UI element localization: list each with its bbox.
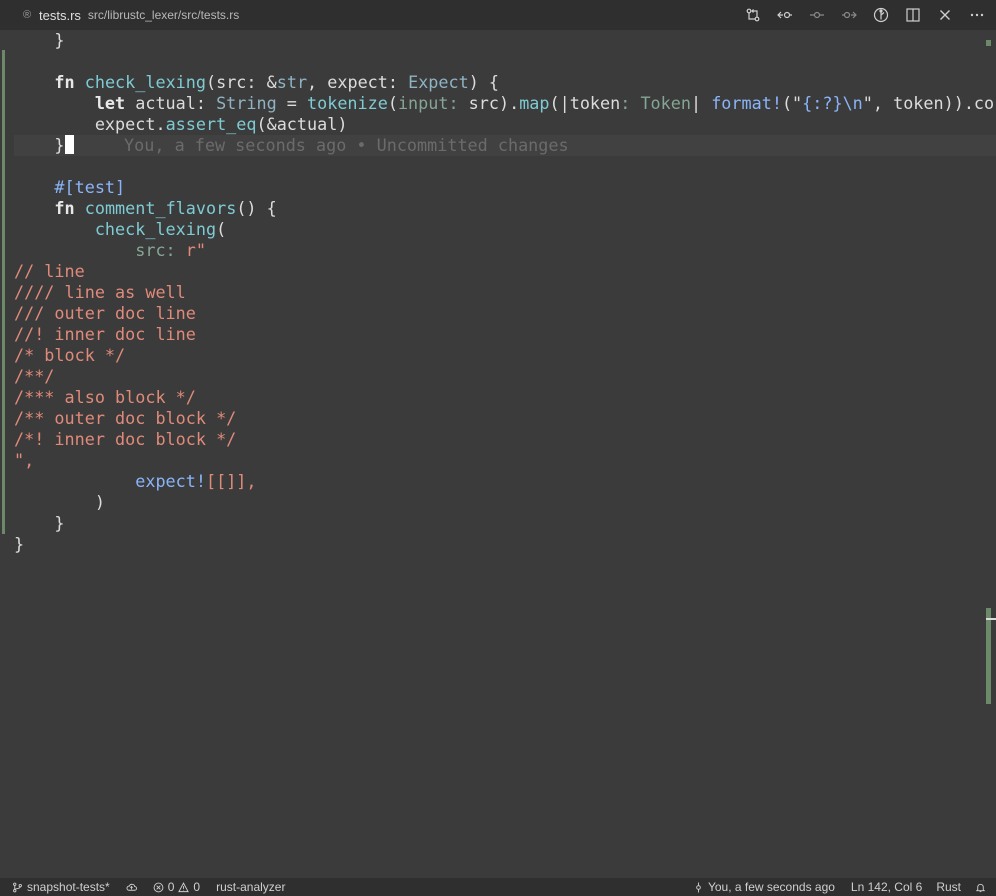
code-line: expect.assert_eq(&actual)	[94, 114, 348, 134]
language-server-status[interactable]: rust-analyzer	[216, 880, 285, 894]
code-line: let actual: String = tokenize(input: src…	[94, 93, 995, 113]
inline-blame: You, a few seconds ago • Uncommitted cha…	[73, 135, 569, 155]
rust-file-icon: ®	[22, 9, 32, 21]
editor-actions	[744, 0, 986, 30]
status-bar: snapshot-tests* 0 0 rust-analyzer You, a…	[0, 878, 996, 896]
inlay-hint: : Token	[620, 93, 691, 113]
code-line: fn check_lexing(src: &str, expect: Expec…	[54, 72, 500, 92]
code-line: /// outer doc line	[14, 303, 196, 323]
go-forward-icon[interactable]	[840, 6, 858, 24]
code-line: fn comment_flavors() {	[54, 198, 277, 218]
sync-button[interactable]	[126, 882, 137, 893]
code-editor[interactable]: } fn check_lexing(src: &str, expect: Exp…	[0, 30, 996, 878]
code-line: }	[14, 513, 65, 533]
split-editor-icon[interactable]	[904, 6, 922, 24]
code-line: #[test]	[14, 177, 126, 197]
code-line: src: r"	[135, 240, 206, 260]
git-branch-icon	[13, 882, 22, 892]
git-commit-icon	[696, 881, 701, 893]
code-line: check_lexing(	[94, 219, 227, 239]
code-line-current: } You, a few seconds ago • Uncommitted c…	[54, 135, 569, 155]
cursor-position[interactable]: Ln 142, Col 6	[851, 880, 922, 894]
branch-indicator[interactable]: snapshot-tests*	[12, 880, 110, 894]
problems-indicator[interactable]: 0 0	[153, 880, 200, 894]
tab-title[interactable]: tests.rs	[39, 8, 81, 23]
editor-tab-bar: ® tests.rs src/librustc_lexer/src/tests.…	[0, 0, 996, 30]
code-line: /*** also block */	[14, 387, 196, 407]
tab-path: src/librustc_lexer/src/tests.rs	[87, 8, 240, 22]
go-back-icon[interactable]	[776, 6, 794, 24]
close-icon[interactable]	[936, 6, 954, 24]
overview-ruler-cursor	[986, 618, 996, 620]
bell-icon	[975, 883, 986, 892]
code-line: /**/	[14, 366, 55, 386]
overview-ruler-mark	[986, 40, 991, 46]
inlay-hint: input:	[397, 93, 459, 113]
error-icon	[153, 882, 164, 892]
code-line: /*! inner doc block */	[14, 429, 237, 449]
code-line: //// line as well	[14, 282, 186, 302]
code-line: //! inner doc line	[14, 324, 196, 344]
more-actions-icon[interactable]	[968, 6, 986, 24]
code-line: /** outer doc block */	[14, 408, 237, 428]
text-cursor	[64, 135, 74, 154]
source-control-graph-icon[interactable]	[872, 6, 890, 24]
code-line: }	[14, 30, 65, 50]
code-line: // line	[14, 261, 85, 281]
code-line: expect![[]],	[135, 471, 257, 491]
language-mode[interactable]: Rust	[936, 880, 961, 894]
notifications-button[interactable]	[975, 882, 986, 893]
code-line: )	[14, 492, 105, 512]
inlay-hint: src:	[135, 240, 176, 260]
code-line: /* block */	[14, 345, 126, 365]
branch-name: snapshot-tests*	[27, 880, 110, 894]
error-count: 0	[167, 880, 175, 894]
cloud-sync-icon	[126, 883, 137, 891]
warning-icon	[178, 881, 190, 892]
code-line: ",	[14, 450, 35, 470]
code-line: }	[14, 534, 25, 554]
timeline-dot-icon[interactable]	[808, 6, 826, 24]
warning-count: 0	[193, 880, 201, 894]
open-changes-icon[interactable]	[744, 6, 762, 24]
blame-text: You, a few seconds ago	[707, 880, 835, 894]
overview-ruler-mark	[986, 608, 991, 704]
blame-status[interactable]: You, a few seconds ago	[693, 880, 835, 894]
git-change-gutter	[2, 50, 5, 534]
